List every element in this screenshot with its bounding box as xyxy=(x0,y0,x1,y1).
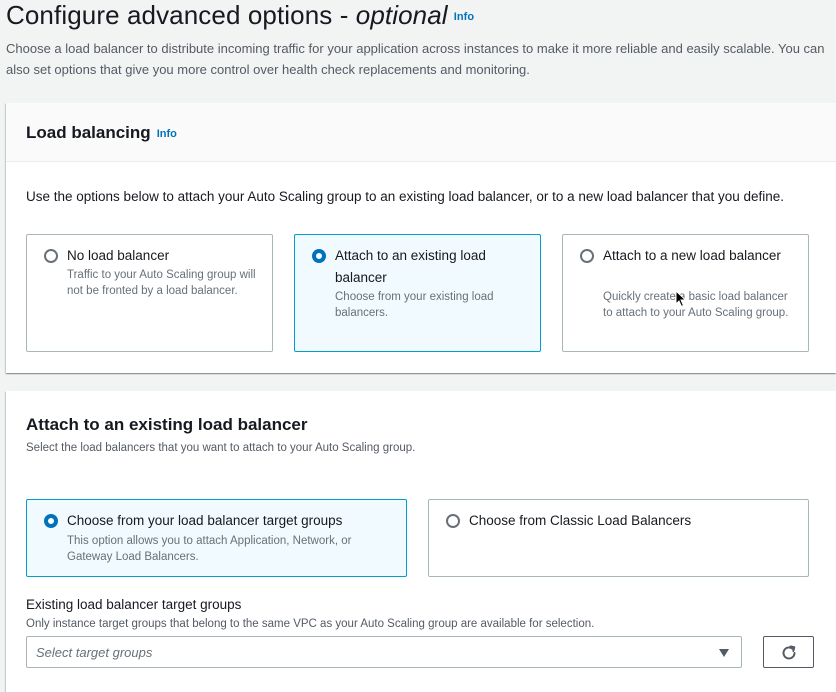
page-title: Configure advanced options - optional Inf… xyxy=(6,0,474,31)
option-label: Choose from Classic Load Balancers xyxy=(469,513,692,528)
option-classic-load-balancers[interactable]: Choose from Classic Load Balancers xyxy=(428,499,809,577)
load-balancing-description: Use the options below to attach your Aut… xyxy=(26,189,784,204)
caret-down-icon xyxy=(719,649,729,657)
option-label: Choose from your load balancer target gr… xyxy=(67,513,343,528)
radio-target-groups[interactable] xyxy=(44,514,58,528)
target-groups-description: Only instance target groups that belong … xyxy=(26,618,595,630)
option-description: Choose from your existing load balancers… xyxy=(335,291,494,319)
load-balancing-info-link[interactable]: Info xyxy=(157,128,177,140)
option-label: Attach to a new load balancer xyxy=(603,248,781,263)
load-balancing-header: Load balancing Info xyxy=(6,103,836,162)
page-info-link[interactable]: Info xyxy=(454,11,475,23)
load-balancing-container: Load balancing Info Use the options below… xyxy=(6,103,836,373)
option-description: Traffic to your Auto Scaling group will … xyxy=(67,269,256,297)
attach-existing-container: Attach to an existing load balancer Sele… xyxy=(6,391,836,692)
radio-classic[interactable] xyxy=(446,514,460,528)
target-groups-select[interactable]: Select target groups xyxy=(26,636,742,668)
radio-attach-existing[interactable] xyxy=(312,249,326,263)
attach-existing-title: Attach to an existing load balancer xyxy=(26,415,308,434)
page: Configure advanced options - optional Inf… xyxy=(0,0,836,692)
option-target-groups[interactable]: Choose from your load balancer target gr… xyxy=(26,499,407,577)
select-placeholder: Select target groups xyxy=(36,645,153,660)
page-description: Choose a load balancer to distribute inc… xyxy=(6,41,825,77)
option-no-load-balancer[interactable]: No load balancer Traffic to your Auto Sc… xyxy=(26,234,273,352)
option-label: No load balancer xyxy=(67,248,170,263)
option-label: Attach to an existing load balancer xyxy=(335,248,486,285)
attach-existing-subtitle: Select the load balancers that you want … xyxy=(26,442,416,454)
option-attach-existing-load-balancer[interactable]: Attach to an existing load balancer Choo… xyxy=(294,234,541,352)
load-balancing-title: Load balancing xyxy=(26,123,151,142)
option-description: This option allows you to attach Applica… xyxy=(67,535,352,563)
radio-no-load-balancer[interactable] xyxy=(44,249,58,263)
page-title-text: Configure advanced options - xyxy=(6,0,356,30)
page-title-optional: optional xyxy=(355,0,448,30)
target-groups-label: Existing load balancer target groups xyxy=(26,597,242,612)
mouse-pointer-icon xyxy=(675,290,687,308)
refresh-icon xyxy=(782,645,796,660)
radio-attach-new[interactable] xyxy=(580,249,594,263)
option-description: Quickly create a basic load balancer to … xyxy=(603,291,789,319)
refresh-button[interactable] xyxy=(763,636,814,668)
